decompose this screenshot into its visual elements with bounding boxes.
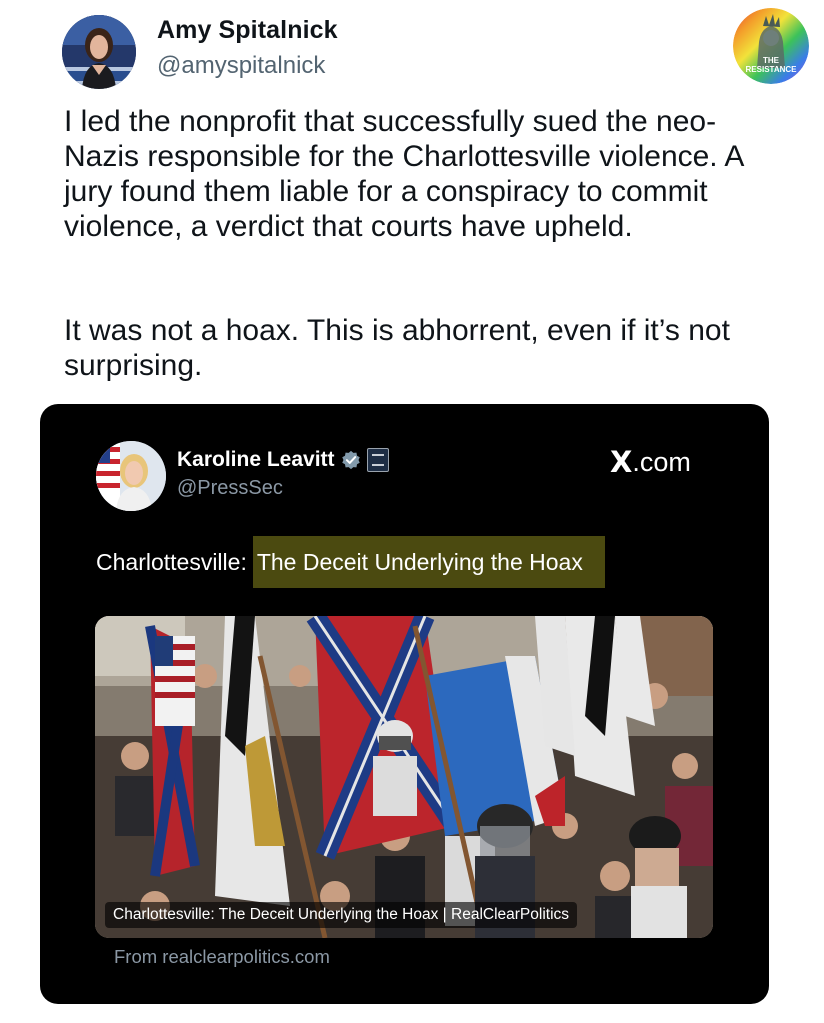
link-card-caption: Charlottesville: The Deceit Underlying t… <box>105 902 578 928</box>
link-card-source[interactable]: From realclearpolitics.com <box>114 946 330 968</box>
white-house-seal-icon <box>366 448 389 472</box>
badge-label-the: THE <box>763 56 780 65</box>
source-site-label: .com <box>632 446 691 477</box>
quoted-tweet-text: Charlottesville: The Deceit Underlying t… <box>96 534 605 590</box>
link-card-image[interactable]: Charlottesville: The Deceit Underlying t… <box>95 616 713 938</box>
x-logo-icon: X <box>610 445 633 479</box>
x-com-source: X .com <box>610 445 691 479</box>
quoted-author-handle[interactable]: @PressSec <box>177 477 283 500</box>
verified-badge-icon <box>341 450 360 470</box>
quoted-text-prefix: Charlottesville: <box>96 548 247 575</box>
statue-of-liberty-rainbow-badge-icon: THE RESISTANCE <box>733 8 809 84</box>
quoted-tweet-card[interactable]: Karoline Leavitt @PressSec X .com Charlo… <box>40 404 769 1004</box>
badge-label-resistance: RESISTANCE <box>746 65 798 74</box>
quoted-text-highlight: The Deceit Underlying the Hoax <box>252 536 605 588</box>
quoted-author-name[interactable]: Karoline Leavitt <box>177 448 335 472</box>
author-name[interactable]: Amy Spitalnick <box>157 16 338 45</box>
author-handle[interactable]: @amyspitalnick <box>157 52 325 80</box>
tweet-paragraph-2: It was not a hoax. This is abhorrent, ev… <box>64 314 730 382</box>
rally-photo <box>95 616 713 938</box>
profile-photo-icon <box>96 441 166 511</box>
tweet-screenshot: Amy Spitalnick @amyspitalnick THE RESIST… <box>0 0 824 1023</box>
author-avatar[interactable] <box>62 15 136 89</box>
quoted-author-avatar[interactable] <box>96 441 166 511</box>
quoted-author-row: Karoline Leavitt <box>177 448 389 472</box>
profile-photo-icon <box>62 15 136 89</box>
the-resistance-badge: THE RESISTANCE <box>733 8 809 84</box>
tweet-paragraph-1: I led the nonprofit that successfully su… <box>64 105 743 243</box>
